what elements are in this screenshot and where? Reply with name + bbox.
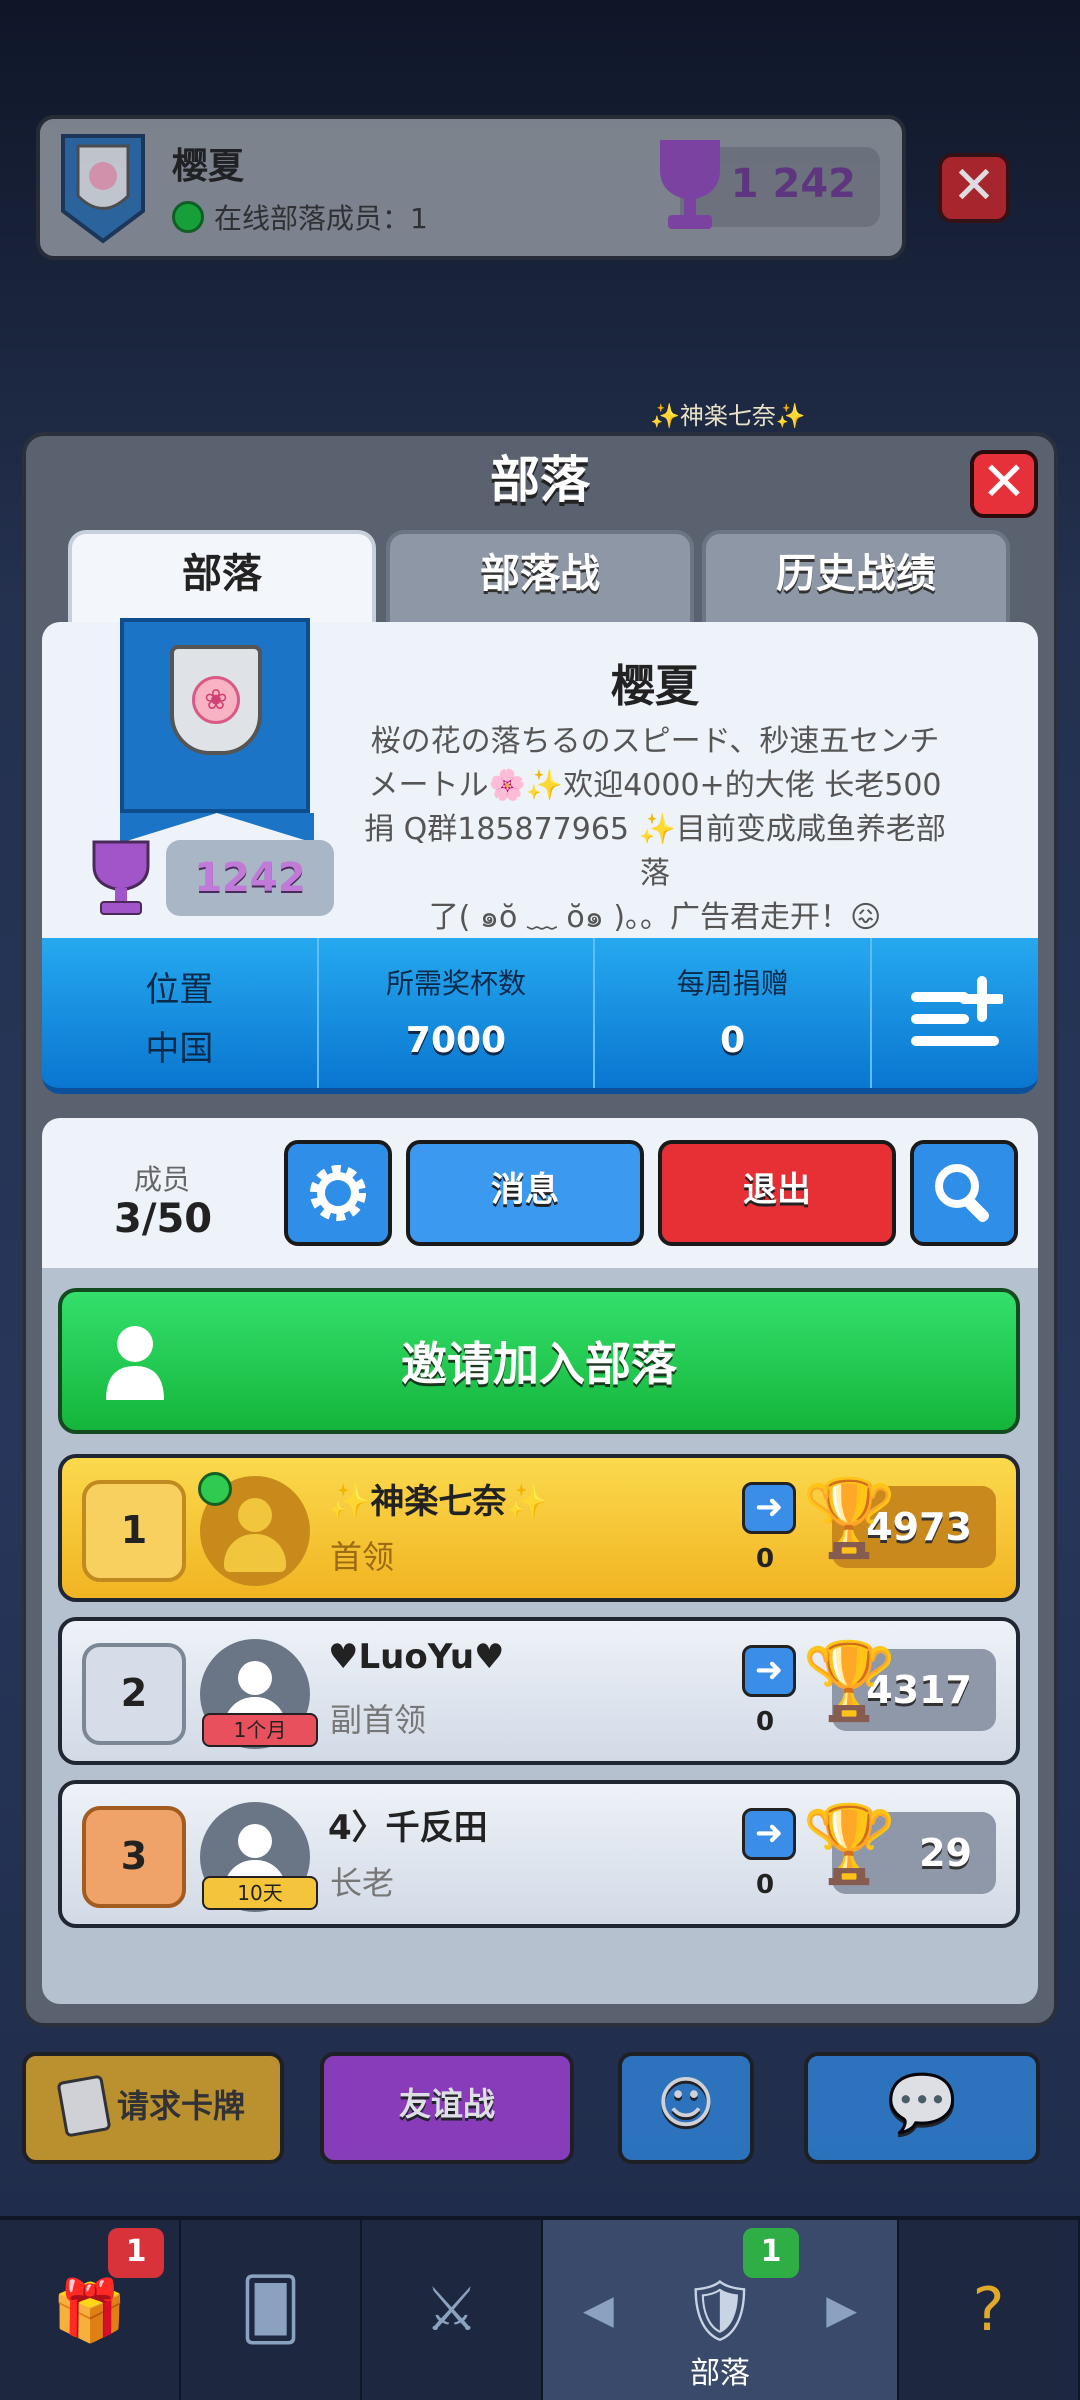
tab-clan[interactable]: 部落	[68, 530, 376, 630]
nav-cards[interactable]: 🂠	[181, 2220, 362, 2400]
tab-war-history[interactable]: 历史战绩	[702, 530, 1010, 630]
emote-button[interactable]: ☺	[618, 2052, 754, 2164]
chest-icon: 🎁	[52, 2275, 127, 2346]
clan-badge-icon	[61, 134, 145, 244]
member-count: 3/50	[114, 1196, 213, 1242]
stat-weekly-donations: 每周捐赠 0	[595, 938, 873, 1088]
tab-clan-war[interactable]: 部落战	[386, 530, 694, 630]
clan-title: 樱夏	[611, 661, 699, 712]
floating-player-name: ✨神楽七奈✨	[650, 402, 806, 430]
sakura-icon: ❀	[192, 676, 240, 724]
trophy-icon	[92, 840, 150, 915]
member-row[interactable]: 1 ✨神楽七奈✨ 首领 ➜ 0 4973 🏆	[58, 1454, 1020, 1602]
trophy-icon: 🏆	[802, 1799, 897, 1888]
question-badge-icon: ?	[972, 2275, 1005, 2345]
nav-events[interactable]: ?	[899, 2220, 1080, 2400]
friendly-battle-button[interactable]: 友谊战	[320, 2052, 574, 2164]
search-icon	[935, 1164, 990, 1223]
member-row[interactable]: 2 1个月 ♥LuoYu♥ 副首领 ➜ 0 4317 🏆	[58, 1617, 1020, 1765]
search-button[interactable]	[910, 1140, 1018, 1246]
clan-stats-bar: 位置 中国 所需奖杯数 7000 每周捐赠 0	[42, 938, 1038, 1094]
stat-required-trophies: 所需奖杯数 7000	[319, 938, 596, 1088]
crossed-swords-icon: ⚔	[424, 2275, 479, 2345]
donation-count: 0	[756, 1544, 775, 1574]
chat-bubble-icon: 💬	[887, 2071, 957, 2136]
donation-icon: ➜	[742, 1645, 796, 1697]
donation-count: 0	[756, 1870, 775, 1900]
sort-menu-button[interactable]	[872, 938, 1038, 1088]
cards-icon	[56, 2074, 112, 2138]
online-dot-icon	[172, 201, 204, 233]
stat-location: 位置 中国	[42, 938, 319, 1088]
member-name: ♥LuoYu♥	[328, 1637, 505, 1677]
clan-shield-icon: 🛡	[681, 2275, 759, 2346]
donation-icon: ➜	[742, 1808, 796, 1860]
clan-name: 樱夏	[172, 146, 245, 187]
nav-shop[interactable]: 🎁 1	[0, 2220, 181, 2400]
donation-icon: ➜	[742, 1482, 796, 1534]
rank-badge: 3	[82, 1806, 186, 1908]
notification-badge: 1	[108, 2228, 164, 2278]
member-role: 长老	[330, 1864, 395, 1902]
arrow-left-icon: ◀	[583, 2287, 614, 2333]
member-name: ✨神楽七奈✨	[328, 1482, 549, 1522]
arrow-right-icon: ▶	[826, 2287, 857, 2333]
clan-description: 桜の花の落ちるのスピード、秒速五センチ メートル🌸✨欢迎4000+的大佬 长老5…	[364, 724, 946, 935]
leave-clan-button[interactable]: 退出	[658, 1140, 896, 1246]
member-name: 4〉千反田	[328, 1808, 488, 1848]
list-add-icon	[911, 976, 1006, 1046]
member-row[interactable]: 3 10天 4〉千反田 长老 ➜ 0 29 🏆	[58, 1780, 1020, 1928]
donation-count: 0	[756, 1707, 775, 1737]
trophy-icon	[660, 140, 720, 229]
nav-clan-label: 部落	[690, 2356, 750, 2391]
online-dot-icon	[198, 1472, 232, 1506]
online-members: 在线部落成员：1	[172, 197, 428, 237]
settings-button[interactable]	[284, 1140, 392, 1246]
gear-icon	[310, 1165, 366, 1221]
tenure-tag: 10天	[202, 1876, 318, 1910]
bottom-nav: 🎁 1 🂠 ⚔ ◀ 🛡 ▶ 1 部落 ?	[0, 2216, 1080, 2400]
rank-badge: 1	[82, 1480, 186, 1582]
smile-chat-icon: ☺	[656, 2071, 716, 2136]
header-close-button[interactable]: ✕	[938, 153, 1010, 223]
message-button[interactable]: 消息	[406, 1140, 644, 1246]
nav-battle[interactable]: ⚔	[362, 2220, 543, 2400]
member-role: 首领	[330, 1538, 395, 1576]
chat-button[interactable]: 💬	[804, 2052, 1040, 2164]
clan-header-card: 樱夏 在线部落成员：1 1 242	[36, 115, 906, 260]
invite-button[interactable]: 邀请加入部落	[58, 1288, 1020, 1434]
nav-clan[interactable]: ◀ 🛡 ▶ 1 部落	[543, 2220, 899, 2400]
panel-title: 部落	[490, 451, 590, 509]
close-button[interactable]: ✕	[970, 450, 1038, 518]
trophy-icon: 🏆	[802, 1473, 897, 1562]
cards-icon: 🂠	[239, 2275, 302, 2345]
notification-badge: 1	[743, 2228, 799, 2278]
member-role: 副首领	[330, 1701, 427, 1739]
request-cards-button[interactable]: 请求卡牌	[22, 2052, 284, 2164]
trophy-icon: 🏆	[802, 1636, 897, 1725]
tenure-tag: 1个月	[202, 1713, 318, 1747]
rank-badge: 2	[82, 1643, 186, 1745]
clan-trophy-count: 1242	[166, 840, 334, 916]
